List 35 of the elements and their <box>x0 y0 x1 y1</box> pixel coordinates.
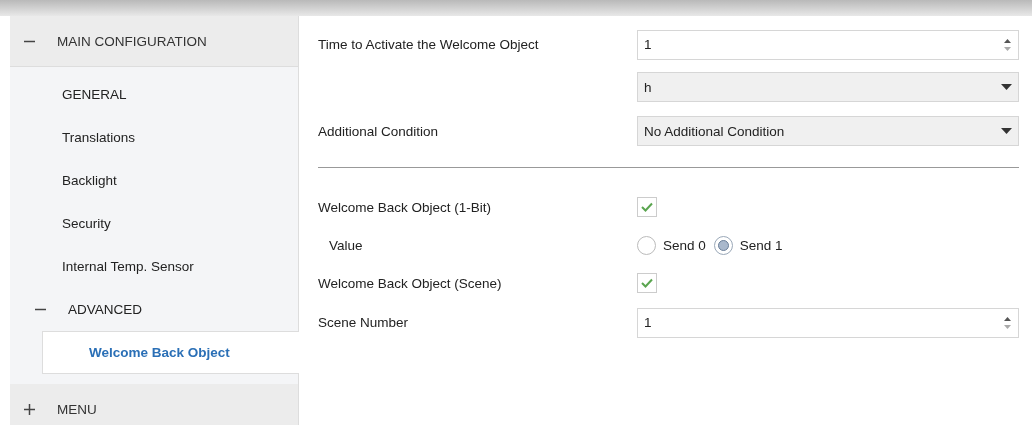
parameter-label: Welcome Back Object (Scene) <box>318 275 503 291</box>
radio-option[interactable]: Send 0 <box>637 235 706 255</box>
check-icon <box>641 278 653 288</box>
nav-item[interactable]: Translations <box>10 116 298 159</box>
section-header[interactable]: MAIN CONFIGURATION <box>10 16 298 67</box>
checkbox[interactable] <box>637 197 657 217</box>
radio-option[interactable]: Send 1 <box>713 235 783 255</box>
parameter-label: Time to Activate the Welcome Object <box>318 37 540 52</box>
radio-label: Send 0 <box>663 237 706 253</box>
nav-item[interactable]: Security <box>10 202 298 245</box>
section-title: MENU <box>57 401 97 417</box>
spinner-arrows-icon[interactable] <box>1003 36 1012 53</box>
section-header[interactable]: MENU <box>10 384 298 425</box>
dropdown[interactable]: h <box>637 72 1019 102</box>
number-field[interactable]: 1 <box>637 29 1019 60</box>
check-icon <box>641 202 653 212</box>
caret-icon <box>1001 128 1012 134</box>
radio-label: Send 1 <box>739 237 783 253</box>
dropdown[interactable]: No Additional Condition <box>637 116 1019 146</box>
nav-item[interactable]: Backlight <box>10 159 298 202</box>
nav-item[interactable]: ADVANCED <box>10 288 298 331</box>
nav-item[interactable]: GENERAL <box>10 73 298 116</box>
number-field[interactable]: 1 <box>637 307 1019 338</box>
selected-nav-item[interactable]: Welcome Back Object <box>42 331 299 374</box>
caret-icon <box>1001 84 1012 90</box>
parameter-label: Value <box>328 237 364 253</box>
checkbox[interactable] <box>637 273 657 293</box>
expand-icon[interactable] <box>24 403 35 415</box>
parameter-label: Additional Condition <box>318 123 440 139</box>
spinner-arrows-icon[interactable] <box>1003 314 1012 331</box>
parameter-label: Welcome Back Object (1-Bit) <box>318 199 493 215</box>
nav-item-label: ADVANCED <box>68 302 142 317</box>
section-title: MAIN CONFIGURATION <box>57 33 207 49</box>
nav-item[interactable]: Internal Temp. Sensor <box>10 245 298 288</box>
parameter-label: Scene Number <box>318 315 410 330</box>
